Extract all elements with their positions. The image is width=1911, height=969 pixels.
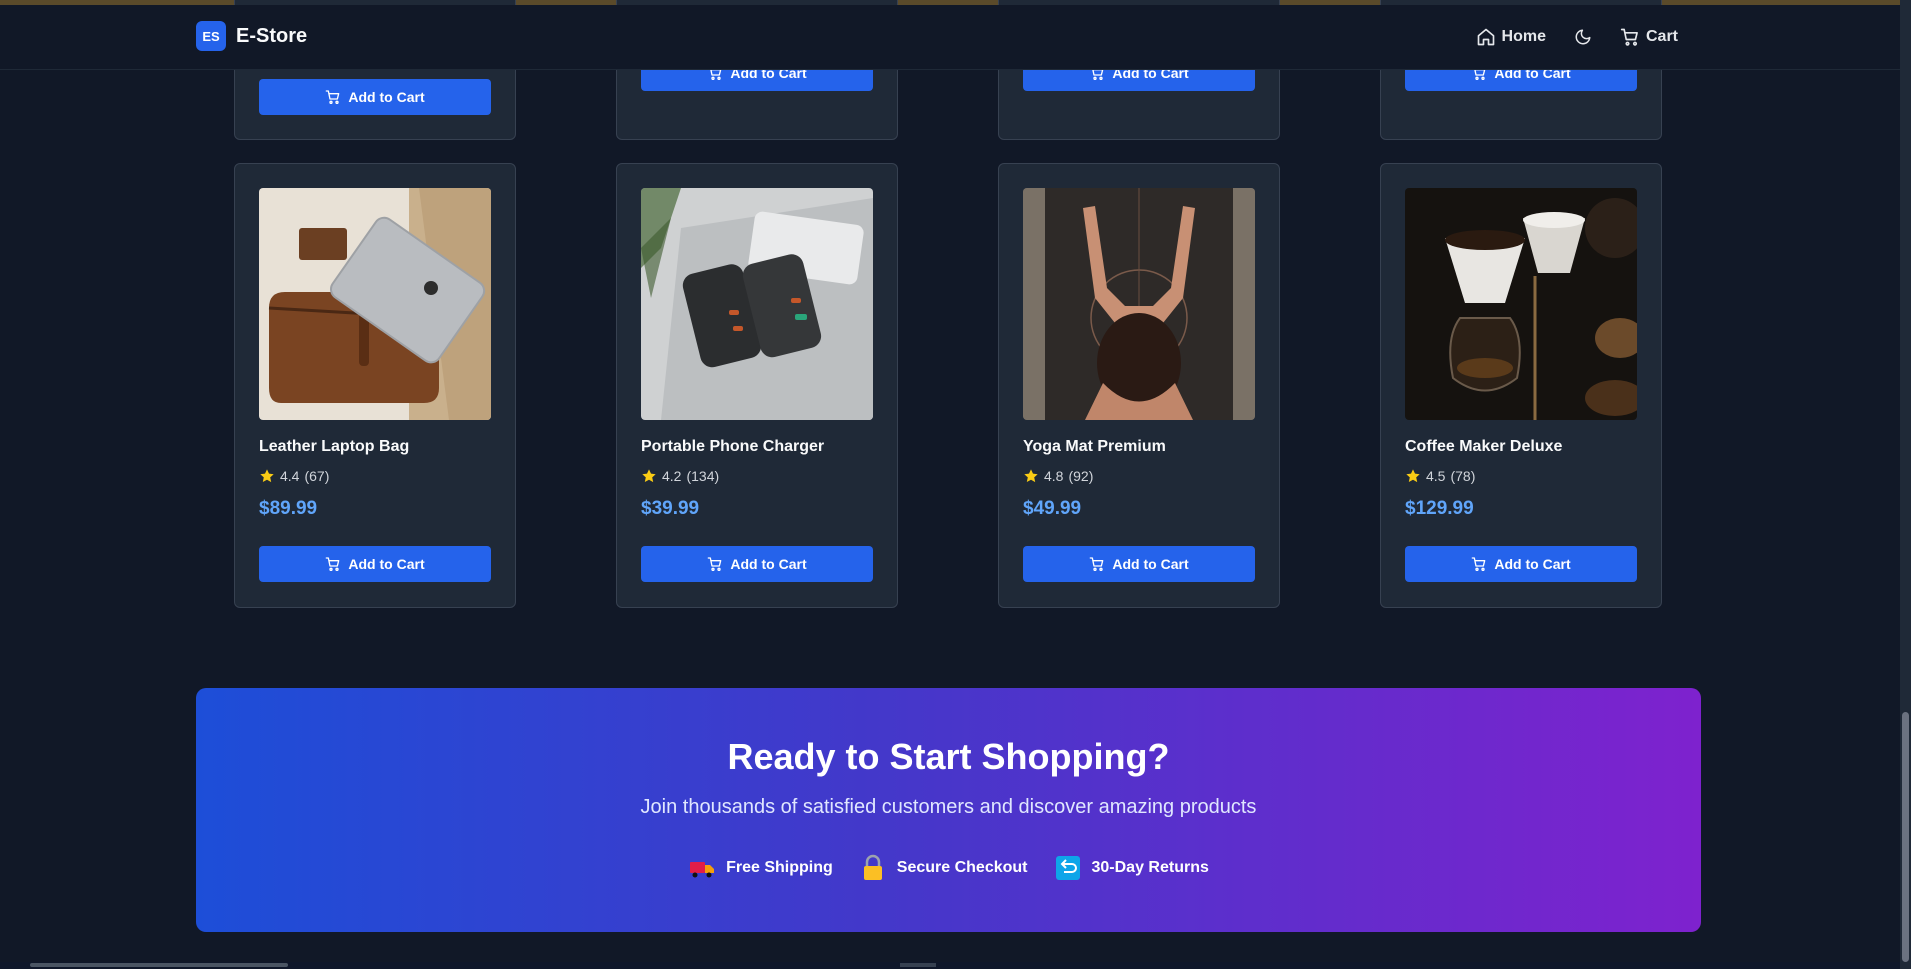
product-rating: 4.4 (67) — [259, 468, 329, 484]
cta-features: Free Shipping Secure Checkout 30-Day Ret… — [196, 854, 1701, 882]
rating-value: 4.5 — [1426, 468, 1446, 484]
rating-value: 4.2 — [662, 468, 682, 484]
product-price: $89.99 — [259, 498, 318, 519]
product-price: $49.99 — [1023, 498, 1082, 519]
feature-label: Secure Checkout — [896, 859, 1028, 876]
cart-icon — [326, 90, 340, 104]
add-to-cart-label: Add to Cart — [348, 89, 425, 105]
cart-icon — [1090, 557, 1104, 571]
star-icon — [260, 469, 274, 483]
product-image[interactable] — [1023, 188, 1255, 420]
product-name[interactable]: Yoga Mat Premium — [1023, 438, 1166, 456]
product-name[interactable]: Portable Phone Charger — [641, 438, 824, 456]
cart-icon — [1620, 28, 1638, 46]
add-to-cart-label: Add to Cart — [1112, 556, 1189, 572]
brand-name: E-Store — [236, 24, 308, 47]
truck-icon — [690, 862, 715, 878]
theme-toggle-button[interactable] — [1574, 28, 1592, 46]
product-card-leather-laptop-bag: Leather Laptop Bag 4.4 (67) $89.99 Add t… — [234, 163, 516, 608]
product-image[interactable] — [641, 188, 873, 420]
bottom-indicator — [900, 963, 936, 967]
scrollbar-thumb[interactable] — [1902, 712, 1909, 962]
moon-icon — [1575, 29, 1591, 45]
review-count: (67) — [304, 468, 330, 484]
product-image[interactable] — [259, 188, 491, 420]
add-to-cart-button[interactable]: Add to Cart — [641, 546, 873, 582]
product-card-portable-phone-charger: Portable Phone Charger 4.2 (134) $39.99 … — [616, 163, 898, 608]
rating-value: 4.8 — [1044, 468, 1064, 484]
nav-cart-label: Cart — [1645, 28, 1678, 45]
star-icon — [1024, 469, 1038, 483]
cart-icon — [1472, 557, 1486, 571]
nav-links: Home Cart — [1476, 27, 1678, 47]
product-price: $39.99 — [641, 498, 700, 519]
product-name[interactable]: Coffee Maker Deluxe — [1405, 438, 1562, 456]
review-count: (134) — [686, 468, 720, 484]
return-icon — [1055, 856, 1080, 880]
add-to-cart-button[interactable]: Add to Cart — [1023, 546, 1255, 582]
add-to-cart-label: Add to Cart — [1494, 556, 1571, 572]
review-count: (78) — [1450, 468, 1476, 484]
product-rating: 4.2 (134) — [641, 468, 719, 484]
add-to-cart-button[interactable]: Add to Cart — [259, 79, 491, 115]
feature-secure-checkout: Secure Checkout — [859, 854, 1028, 882]
cta-subtitle: Join thousands of satisfied customers an… — [640, 796, 1257, 818]
add-to-cart-label: Add to Cart — [348, 556, 425, 572]
feature-label: Free Shipping — [726, 859, 833, 876]
cta-banner: Ready to Start Shopping? Join thousands … — [196, 688, 1701, 932]
product-card-yoga-mat-premium: Yoga Mat Premium 4.8 (92) $49.99 Add to … — [998, 163, 1280, 608]
lock-icon — [863, 854, 882, 880]
horizontal-scrollbar-thumb[interactable] — [30, 963, 288, 967]
add-to-cart-button[interactable]: Add to Cart — [1405, 546, 1637, 582]
product-rating: 4.5 (78) — [1405, 468, 1475, 484]
cart-icon — [326, 557, 340, 571]
feature-30-day-returns: 30-Day Returns — [1054, 854, 1209, 882]
star-icon — [1406, 469, 1420, 483]
nav-home-link[interactable]: Home — [1476, 27, 1546, 47]
nav-cart-link[interactable]: Cart — [1620, 27, 1678, 47]
nav-home-label: Home — [1501, 28, 1546, 45]
add-to-cart-button[interactable]: Add to Cart — [259, 546, 491, 582]
home-icon — [1477, 28, 1494, 46]
feature-label: 30-Day Returns — [1091, 859, 1209, 876]
product-name[interactable]: Leather Laptop Bag — [259, 438, 409, 456]
feature-free-shipping: Free Shipping — [688, 854, 833, 882]
product-image[interactable] — [1405, 188, 1637, 420]
brand[interactable]: ES E-Store — [196, 21, 307, 51]
star-icon — [642, 469, 656, 483]
product-price: $129.99 — [1405, 498, 1474, 519]
review-count: (92) — [1068, 468, 1094, 484]
navbar: ES E-Store Home Cart — [0, 5, 1900, 70]
add-to-cart-label: Add to Cart — [730, 556, 807, 572]
vertical-scrollbar[interactable] — [1900, 0, 1911, 969]
cart-icon — [708, 557, 722, 571]
brand-logo: ES — [196, 21, 226, 51]
cta-title: Ready to Start Shopping? — [727, 736, 1170, 777]
rating-value: 4.4 — [280, 468, 300, 484]
product-rating: 4.8 (92) — [1023, 468, 1093, 484]
product-card-coffee-maker-deluxe: Coffee Maker Deluxe 4.5 (78) $129.99 Add… — [1380, 163, 1662, 608]
